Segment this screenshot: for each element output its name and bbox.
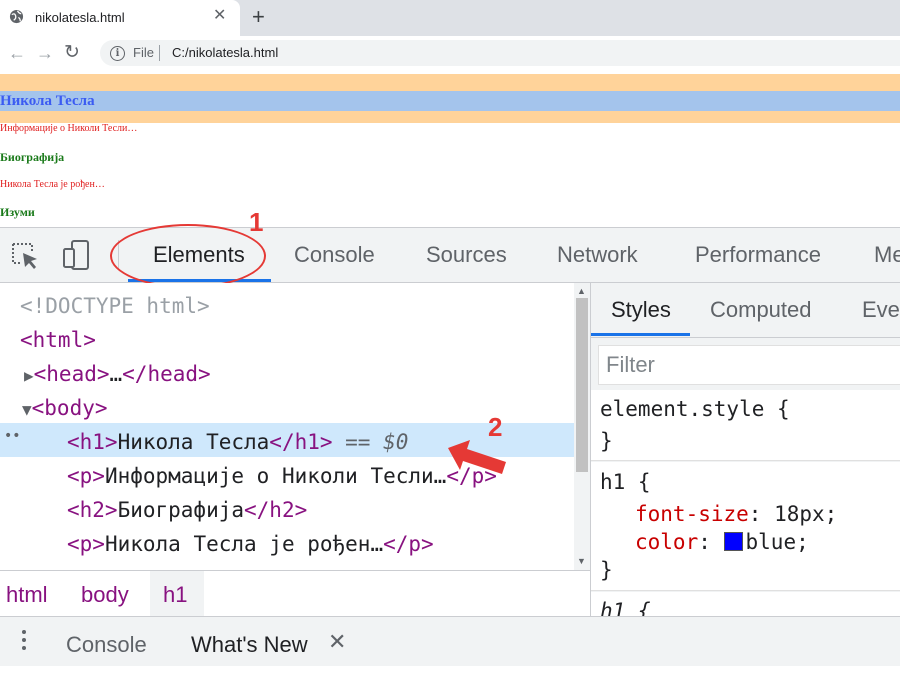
annotation-label-1: 1 bbox=[249, 207, 264, 237]
p2-open-tag: <p> bbox=[67, 532, 105, 556]
back-arrow-icon[interactable]: ← bbox=[8, 43, 26, 64]
color-swatch-icon[interactable] bbox=[723, 532, 743, 551]
prop-color: color bbox=[635, 530, 699, 554]
dom-html[interactable]: <html> bbox=[20, 323, 96, 357]
val-font-size: 18px; bbox=[774, 502, 838, 526]
p2-close-tag: </p> bbox=[383, 532, 434, 556]
tab-computed[interactable]: Computed bbox=[710, 297, 812, 323]
drawer-content bbox=[0, 666, 900, 690]
annotation-ellipse bbox=[110, 224, 266, 288]
tab-styles[interactable]: Styles bbox=[611, 297, 671, 323]
breadcrumb-body[interactable]: body bbox=[81, 582, 129, 608]
dom-p1[interactable]: <p>Информације о Николи Тесли…</p> bbox=[67, 459, 497, 493]
info-icon[interactable]: i bbox=[110, 46, 125, 61]
page-heading-biography: Биографија bbox=[0, 150, 65, 164]
collapsed-triangle-icon[interactable]: ▶ bbox=[24, 366, 34, 385]
h1-rule-color[interactable]: color: blue; bbox=[635, 528, 809, 556]
tab-event-listeners-truncated[interactable]: Eve bbox=[862, 297, 900, 323]
h1-rule-close: } bbox=[600, 558, 613, 582]
drawer-tab-console[interactable]: Console bbox=[66, 632, 147, 658]
page-paragraph-info: Информације о Николи Тесли… bbox=[0, 123, 138, 134]
drawer-menu-icon[interactable] bbox=[22, 630, 26, 654]
filter-placeholder: Filter bbox=[606, 352, 655, 377]
p2-text: Никола Тесла је рођен… bbox=[104, 532, 384, 556]
drawer-close-icon[interactable]: ✕ bbox=[328, 629, 346, 655]
annotation-label-2: 2 bbox=[488, 412, 503, 442]
doctype-text: <!DOCTYPE html> bbox=[20, 294, 210, 318]
expanded-triangle-icon[interactable]: ▼ bbox=[22, 400, 32, 419]
html-open-tag: <html> bbox=[20, 328, 96, 352]
h1-margin-highlight-bottom bbox=[0, 111, 900, 123]
head-close-tag: </head> bbox=[122, 362, 211, 386]
omnibox-separator bbox=[159, 45, 160, 61]
dom-body[interactable]: ▼<body> bbox=[22, 391, 108, 427]
breadcrumb-h1[interactable]: h1 bbox=[163, 582, 187, 608]
page-heading-inventions: Изуми bbox=[0, 205, 35, 219]
reload-icon[interactable]: ↻ bbox=[64, 41, 80, 64]
tab-network[interactable]: Network bbox=[557, 242, 638, 268]
styles-tab-underline bbox=[591, 333, 690, 336]
annotation-arrow bbox=[448, 440, 506, 474]
h2-text: Биографија bbox=[117, 498, 245, 522]
dom-h1[interactable]: <h1>Никола Тесла</h1> == $0 bbox=[67, 425, 408, 459]
forward-arrow-icon[interactable]: → bbox=[36, 43, 54, 64]
scroll-down-arrow-icon[interactable]: ▼ bbox=[577, 556, 586, 566]
h1-margin-highlight-top bbox=[0, 74, 900, 91]
new-tab-button[interactable]: + bbox=[252, 5, 265, 29]
breadcrumb-html[interactable]: html bbox=[6, 582, 48, 608]
h1-rule-font-size[interactable]: font-size: 18px; bbox=[635, 500, 837, 528]
selected-marker: == $0 bbox=[332, 430, 409, 454]
element-style-close: } bbox=[600, 429, 613, 453]
device-toolbar-icon[interactable] bbox=[62, 239, 94, 271]
url-text[interactable]: C:/nikolatesla.html bbox=[172, 45, 278, 60]
h1-text: Никола Тесла bbox=[117, 430, 270, 454]
tab-close-icon[interactable]: ✕ bbox=[213, 8, 226, 24]
dom-p2[interactable]: <p>Никола Тесла је рођен…</p> bbox=[67, 527, 434, 561]
h1-close-tag: </h1> bbox=[269, 430, 333, 454]
colon-1: : bbox=[748, 502, 775, 526]
head-ellipsis: … bbox=[109, 362, 123, 386]
tab-performance[interactable]: Performance bbox=[695, 242, 821, 268]
dom-doctype[interactable]: <!DOCTYPE html> bbox=[20, 289, 210, 323]
element-style-selector: element.style { bbox=[600, 397, 790, 421]
head-open-tag: <head> bbox=[33, 362, 110, 386]
next-rule-clip: h1 { bbox=[591, 592, 900, 616]
dom-h2[interactable]: <h2>Биографија</h2> bbox=[67, 493, 307, 527]
p1-open-tag: <p> bbox=[67, 464, 105, 488]
elements-scroll-thumb[interactable] bbox=[576, 298, 588, 472]
inspect-element-icon[interactable] bbox=[10, 241, 40, 271]
scroll-up-arrow-icon[interactable]: ▲ bbox=[577, 286, 586, 296]
next-rule-selector: h1 { bbox=[600, 599, 651, 616]
h1-open-tag: <h1> bbox=[67, 430, 118, 454]
tab-sources[interactable]: Sources bbox=[426, 242, 507, 268]
file-scheme-label: File bbox=[133, 45, 154, 60]
prop-font-size: font-size bbox=[635, 502, 749, 526]
h2-open-tag: <h2> bbox=[67, 498, 118, 522]
page-heading: Никола Тесла bbox=[0, 93, 95, 109]
body-open-tag: <body> bbox=[31, 396, 108, 420]
tab-console[interactable]: Console bbox=[294, 242, 375, 268]
dom-head[interactable]: ▶<head>…</head> bbox=[24, 357, 211, 393]
selected-row-dots-icon[interactable]: •• bbox=[4, 428, 21, 444]
tab-more-truncated[interactable]: Me bbox=[874, 242, 900, 268]
colon-2: : bbox=[698, 530, 724, 554]
drawer-tab-whats-new[interactable]: What's New bbox=[191, 632, 308, 658]
h1-highlight bbox=[0, 91, 900, 111]
p1-text: Информације о Николи Тесли… bbox=[104, 464, 447, 488]
val-color: blue; bbox=[745, 530, 809, 554]
page-paragraph-born: Никола Тесла је рођен… bbox=[0, 179, 105, 190]
h1-rule-selector: h1 { bbox=[600, 470, 651, 494]
globe-icon bbox=[9, 9, 24, 24]
tab-title: nikolatesla.html bbox=[35, 10, 125, 25]
h2-close-tag: </h2> bbox=[244, 498, 308, 522]
